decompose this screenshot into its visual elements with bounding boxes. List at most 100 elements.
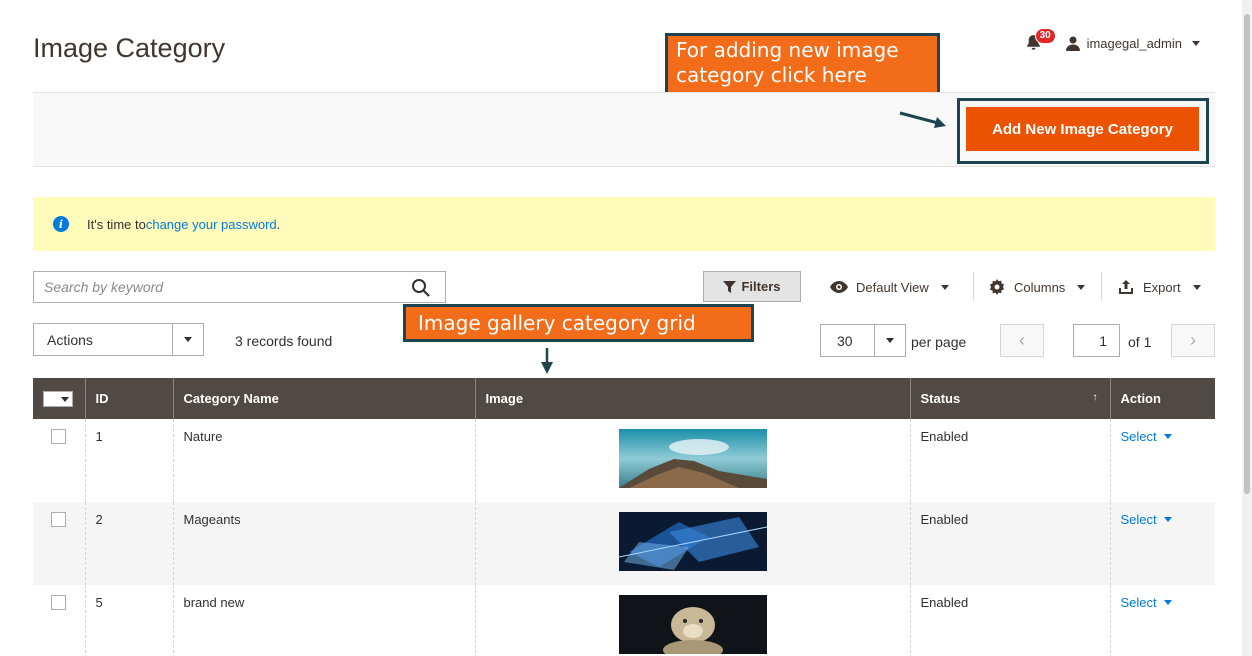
chevron-down-icon: [184, 337, 192, 342]
cell-action: Select: [1109, 585, 1215, 656]
chevron-down-icon: [1192, 284, 1201, 290]
row-action-select[interactable]: Select: [1121, 595, 1172, 610]
callout-add-line2: category click here: [676, 63, 867, 87]
grid-header-row: ID Category Name Image Status ↑ Action: [33, 378, 1215, 419]
per-page-toggle[interactable]: [874, 325, 905, 356]
columns-dropdown[interactable]: Columns: [988, 279, 1086, 295]
category-thumbnail: [618, 512, 767, 571]
chevron-down-icon: [61, 396, 69, 402]
category-thumbnail: [618, 595, 767, 654]
row-action-select[interactable]: Select: [1121, 512, 1172, 527]
column-header-category-name[interactable]: Category Name: [172, 378, 475, 419]
search-input[interactable]: [34, 272, 445, 302]
table-row: 2 Mageants Enabled Select: [33, 502, 1215, 585]
next-page-button[interactable]: ›: [1171, 324, 1215, 357]
table-row: 1 Nature Enabled Select: [33, 419, 1215, 502]
default-view-label: Default View: [856, 279, 929, 295]
notifications-badge: 30: [1034, 28, 1056, 44]
records-found: 3 records found: [235, 333, 333, 349]
image-category-grid: ID Category Name Image Status ↑ Action 1 …: [33, 378, 1215, 656]
row-checkbox[interactable]: [51, 512, 66, 527]
sort-arrow-icon: ↑: [1092, 392, 1098, 403]
gear-icon: [989, 279, 1005, 295]
columns-label: Columns: [1014, 279, 1066, 295]
chevron-down-icon: [1192, 40, 1200, 46]
cell-action: Select: [1109, 419, 1215, 502]
chevron-right-icon: ›: [1190, 330, 1196, 350]
callout-add-category: For adding new image category click here: [665, 33, 940, 98]
row-action-label: Select: [1120, 595, 1157, 610]
chevron-down-icon: [1163, 517, 1172, 522]
user-icon: [1065, 36, 1080, 51]
default-view-dropdown[interactable]: Default View: [830, 279, 949, 295]
filters-label: Filters: [741, 279, 781, 294]
cell-category-name: brand new: [172, 585, 475, 656]
eye-icon: [830, 281, 848, 293]
search-box: [33, 271, 446, 303]
user-menu[interactable]: imagegal_admin: [1065, 35, 1200, 51]
export-dropdown[interactable]: Export: [1117, 279, 1201, 295]
chevron-down-icon: [1163, 434, 1172, 439]
change-password-link[interactable]: change your password: [146, 217, 277, 232]
admin-header-actions: 30 imagegal_admin: [1025, 28, 1200, 52]
mass-actions-toggle[interactable]: [172, 324, 203, 355]
username: imagegal_admin: [1086, 35, 1182, 51]
cell-category-name: Mageants: [172, 502, 475, 585]
prev-page-button[interactable]: ‹: [1000, 324, 1044, 357]
chevron-down-icon: [940, 284, 949, 290]
row-action-label: Select: [1120, 512, 1157, 527]
mass-select-checkbox[interactable]: [43, 391, 73, 408]
row-action-select[interactable]: Select: [1121, 429, 1172, 444]
filters-button[interactable]: Filters: [703, 271, 801, 302]
row-checkbox-cell: [33, 585, 85, 656]
mass-actions-select[interactable]: Actions: [33, 323, 204, 356]
cell-status: Enabled: [909, 502, 1110, 585]
per-page-select[interactable]: 30: [820, 324, 906, 357]
table-row: 5 brand new Enabled Select: [33, 585, 1215, 656]
scrollbar-thumb[interactable]: [1244, 14, 1250, 494]
row-action-label: Select: [1120, 429, 1157, 444]
chevron-left-icon: ‹: [1019, 330, 1025, 350]
row-checkbox[interactable]: [51, 429, 66, 444]
column-header-image[interactable]: Image: [474, 378, 910, 419]
password-notice: i It's time to change your password.: [33, 197, 1215, 251]
column-header-action: Action: [1109, 378, 1215, 419]
select-all-header: [33, 378, 85, 419]
mass-actions-label: Actions: [47, 331, 93, 348]
page-number-input[interactable]: 1: [1073, 324, 1120, 357]
export-label: Export: [1143, 279, 1181, 295]
callout-grid: Image gallery category grid: [403, 304, 754, 342]
divider: [1101, 272, 1102, 300]
notice-text: It's time to: [87, 216, 146, 232]
cell-id: 1: [84, 419, 173, 502]
notice-suffix: .: [276, 216, 281, 232]
info-icon: i: [53, 216, 69, 232]
category-thumbnail: [618, 429, 767, 488]
column-header-status-label: Status: [920, 391, 961, 406]
page-total: of 1: [1128, 334, 1152, 350]
row-checkbox[interactable]: [51, 595, 66, 610]
cell-action: Select: [1109, 502, 1215, 585]
cell-status: Enabled: [909, 419, 1110, 502]
filter-icon: [723, 280, 737, 293]
column-header-status[interactable]: Status ↑: [909, 378, 1110, 419]
search-icon[interactable]: [411, 278, 431, 298]
add-new-image-category-button[interactable]: Add New Image Category: [966, 107, 1199, 151]
cell-status: Enabled: [909, 585, 1110, 656]
page-scrollbar[interactable]: [1242, 0, 1252, 656]
chevron-down-icon: [886, 338, 894, 343]
notifications-button[interactable]: 30: [1025, 28, 1056, 52]
column-header-id[interactable]: ID: [84, 378, 173, 419]
callout-add-line1: For adding new image: [676, 38, 899, 62]
cell-image: [474, 419, 910, 502]
arrow-right-icon: [899, 111, 946, 128]
per-page-label: per page: [911, 334, 967, 350]
cell-image: [474, 502, 910, 585]
cell-category-name: Nature: [172, 419, 475, 502]
row-checkbox-cell: [33, 419, 85, 502]
cell-id: 2: [84, 502, 173, 585]
per-page-value: 30: [837, 332, 853, 349]
arrow-down-icon: [541, 348, 553, 374]
chevron-down-icon: [1077, 284, 1086, 290]
export-icon: [1119, 280, 1133, 294]
